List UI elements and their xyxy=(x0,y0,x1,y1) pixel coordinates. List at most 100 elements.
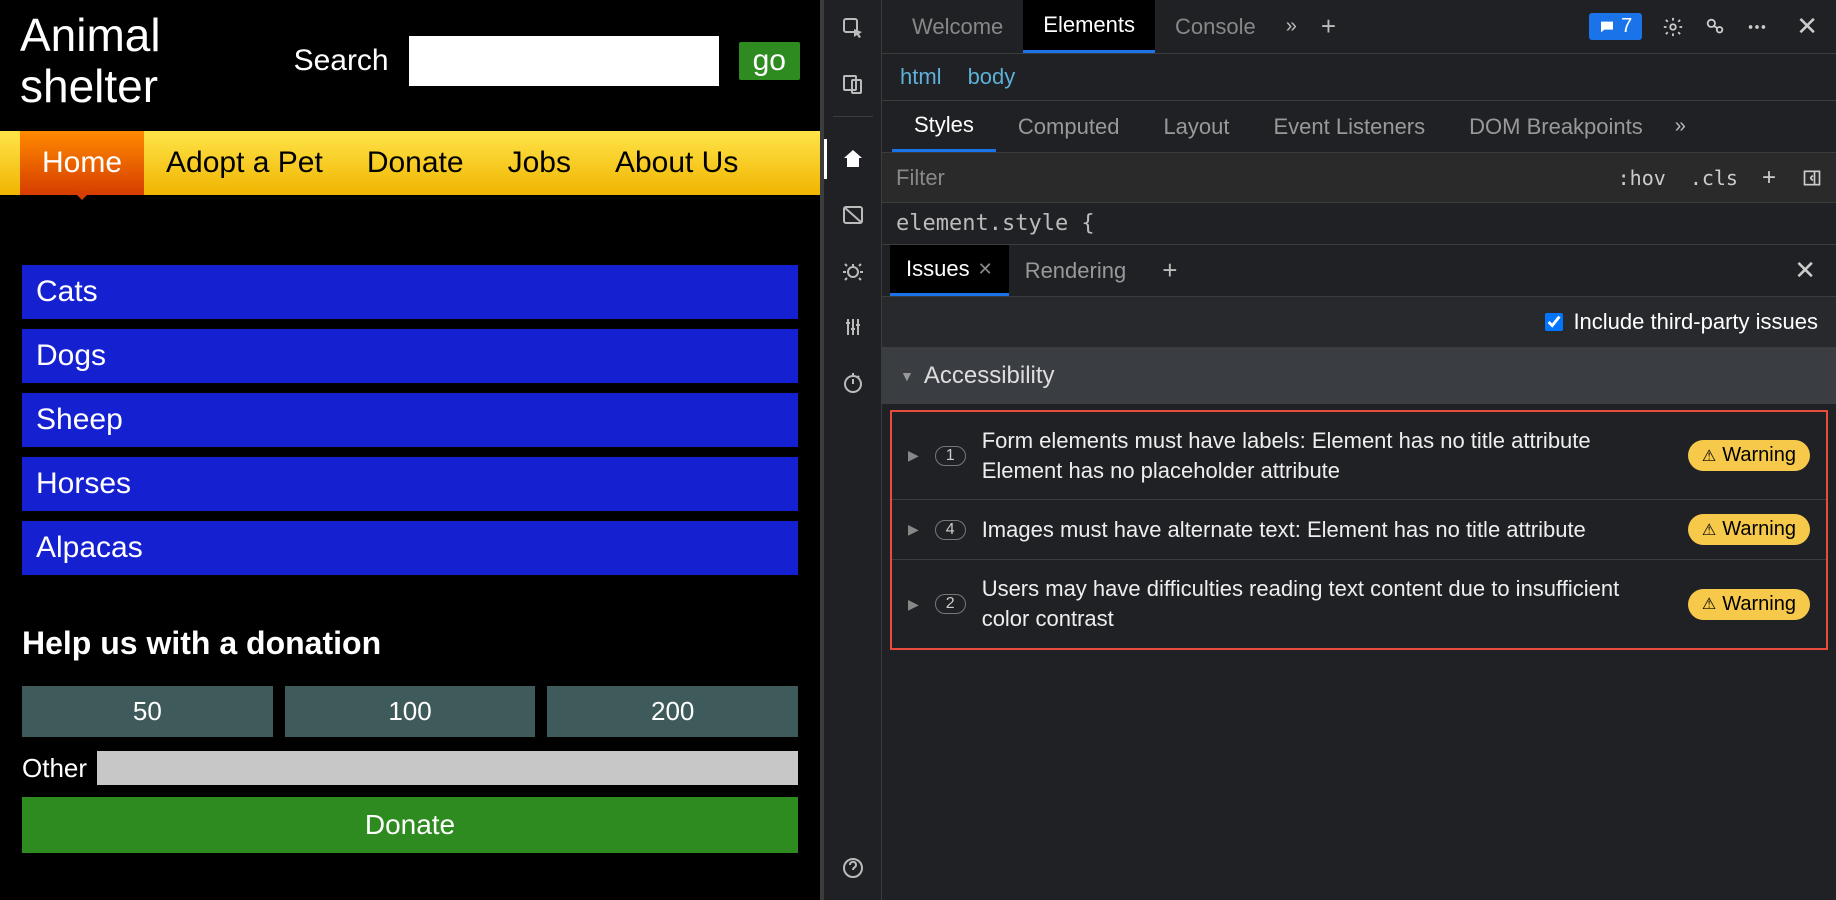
devtools-activity-bar xyxy=(824,0,882,900)
issue-text: Form elements must have labels: Element … xyxy=(982,426,1672,485)
drawer-tab-issues[interactable]: Issues ✕ xyxy=(890,245,1009,296)
drawer-tab-issues-label: Issues xyxy=(906,256,970,282)
styles-filter-row: :hov .cls + xyxy=(882,153,1836,203)
performance-icon[interactable] xyxy=(839,369,867,397)
cls-toggle[interactable]: .cls xyxy=(1678,166,1750,190)
issue-text: Users may have difficulties reading text… xyxy=(982,574,1672,633)
inspect-icon[interactable] xyxy=(839,14,867,42)
list-item[interactable]: Dogs xyxy=(22,329,798,383)
nav-jobs[interactable]: Jobs xyxy=(486,131,593,195)
issue-count-badge: 4 xyxy=(935,520,966,540)
bug-icon[interactable] xyxy=(839,257,867,285)
tabs-right-controls: 7 ✕ xyxy=(1589,11,1826,42)
subtab-styles[interactable]: Styles xyxy=(892,101,996,152)
issue-row[interactable]: ▶ 1 Form elements must have labels: Elem… xyxy=(892,412,1826,500)
warning-icon: ⚠ xyxy=(1702,446,1716,466)
accessibility-issues-box: ▶ 1 Form elements must have labels: Elem… xyxy=(890,410,1828,650)
issue-row[interactable]: ▶ 2 Users may have difficulties reading … xyxy=(892,560,1826,647)
toggle-sidebar-icon[interactable] xyxy=(1788,168,1836,188)
close-drawer-button[interactable]: ✕ xyxy=(1782,255,1828,286)
no-image-icon[interactable] xyxy=(839,201,867,229)
warning-icon: ⚠ xyxy=(1702,520,1716,540)
element-style-block[interactable]: element.style { xyxy=(882,203,1836,245)
amount-100-button[interactable]: 100 xyxy=(285,686,536,737)
styles-filter-input[interactable] xyxy=(882,165,1606,191)
expand-icon[interactable]: ▶ xyxy=(908,596,919,613)
other-amount-input[interactable] xyxy=(97,751,798,785)
list-item[interactable]: Alpacas xyxy=(22,521,798,575)
breadcrumb-html[interactable]: html xyxy=(900,64,942,90)
tab-elements[interactable]: Elements xyxy=(1023,0,1155,53)
tab-welcome[interactable]: Welcome xyxy=(892,0,1023,53)
expand-icon[interactable]: ▶ xyxy=(908,447,919,464)
search-input[interactable] xyxy=(409,36,719,86)
subtab-dom-breakpoints[interactable]: DOM Breakpoints xyxy=(1447,101,1665,152)
close-devtools-button[interactable]: ✕ xyxy=(1788,11,1826,42)
add-drawer-tab-button[interactable]: + xyxy=(1142,255,1197,286)
warning-label: Warning xyxy=(1722,444,1796,467)
nav-about[interactable]: About Us xyxy=(593,131,760,195)
network-icon[interactable] xyxy=(839,313,867,341)
list-item[interactable]: Horses xyxy=(22,457,798,511)
site-title: Animal shelter xyxy=(20,10,294,111)
warning-icon: ⚠ xyxy=(1702,594,1716,614)
animal-list: Cats Dogs Sheep Horses Alpacas xyxy=(0,195,820,575)
drawer-tab-rendering[interactable]: Rendering xyxy=(1009,245,1143,296)
divider xyxy=(833,116,873,117)
device-icon[interactable] xyxy=(839,70,867,98)
hov-toggle[interactable]: :hov xyxy=(1606,166,1678,190)
nav-donate[interactable]: Donate xyxy=(345,131,486,195)
warning-label: Warning xyxy=(1722,593,1796,616)
caret-down-icon: ▼ xyxy=(900,368,914,384)
amount-50-button[interactable]: 50 xyxy=(22,686,273,737)
feedback-icon[interactable] xyxy=(1704,16,1726,38)
more-icon[interactable] xyxy=(1746,16,1768,38)
warning-badge: ⚠ Warning xyxy=(1688,589,1810,620)
donate-button[interactable]: Donate xyxy=(22,797,798,853)
website-pane: Animal shelter Search go Home Adopt a Pe… xyxy=(0,0,820,900)
issue-row[interactable]: ▶ 4 Images must have alternate text: Ele… xyxy=(892,500,1826,560)
donation-section: Help us with a donation 50 100 200 Other… xyxy=(0,585,820,853)
help-icon[interactable] xyxy=(839,854,867,882)
site-header: Animal shelter Search go xyxy=(0,0,820,131)
drawer-tabs: Issues ✕ Rendering + ✕ xyxy=(882,245,1836,297)
subtab-computed[interactable]: Computed xyxy=(996,101,1142,152)
styles-subtabs: Styles Computed Layout Event Listeners D… xyxy=(882,101,1836,153)
other-label: Other xyxy=(22,753,87,784)
more-subtabs-icon[interactable]: » xyxy=(1665,115,1696,138)
nav-home[interactable]: Home xyxy=(20,131,144,195)
warning-label: Warning xyxy=(1722,518,1796,541)
expand-icon[interactable]: ▶ xyxy=(908,521,919,538)
devtools-main-tabs: Welcome Elements Console » + 7 ✕ xyxy=(882,0,1836,54)
include-third-party-checkbox[interactable] xyxy=(1545,313,1563,331)
message-icon xyxy=(1599,19,1615,35)
dom-breadcrumb: html body xyxy=(882,54,1836,101)
donation-heading: Help us with a donation xyxy=(22,625,798,662)
warning-badge: ⚠ Warning xyxy=(1688,514,1810,545)
more-tabs-icon[interactable]: » xyxy=(1276,15,1307,38)
amount-200-button[interactable]: 200 xyxy=(547,686,798,737)
search-go-button[interactable]: go xyxy=(739,42,800,80)
elements-icon[interactable] xyxy=(839,145,867,173)
list-item[interactable]: Cats xyxy=(22,265,798,319)
subtab-event-listeners[interactable]: Event Listeners xyxy=(1252,101,1448,152)
issue-text: Images must have alternate text: Element… xyxy=(982,515,1672,545)
devtools-main: Welcome Elements Console » + 7 ✕ xyxy=(882,0,1836,900)
nav-adopt[interactable]: Adopt a Pet xyxy=(144,131,345,195)
include-third-party-row: Include third-party issues xyxy=(882,297,1836,348)
list-item[interactable]: Sheep xyxy=(22,393,798,447)
breadcrumb-body[interactable]: body xyxy=(968,64,1016,90)
main-nav: Home Adopt a Pet Donate Jobs About Us xyxy=(0,131,820,195)
add-tab-button[interactable]: + xyxy=(1307,11,1350,42)
accessibility-section-header[interactable]: ▼ Accessibility xyxy=(882,348,1836,404)
subtab-layout[interactable]: Layout xyxy=(1141,101,1251,152)
issues-count: 7 xyxy=(1621,15,1632,38)
new-style-rule-button[interactable]: + xyxy=(1750,164,1788,192)
issue-count-badge: 1 xyxy=(935,446,966,466)
tab-console[interactable]: Console xyxy=(1155,0,1276,53)
issue-count-badge: 2 xyxy=(935,594,966,614)
issues-counter-button[interactable]: 7 xyxy=(1589,13,1642,40)
gear-icon[interactable] xyxy=(1662,16,1684,38)
close-issues-tab-icon[interactable]: ✕ xyxy=(978,259,993,280)
include-third-party-label: Include third-party issues xyxy=(1573,309,1818,335)
